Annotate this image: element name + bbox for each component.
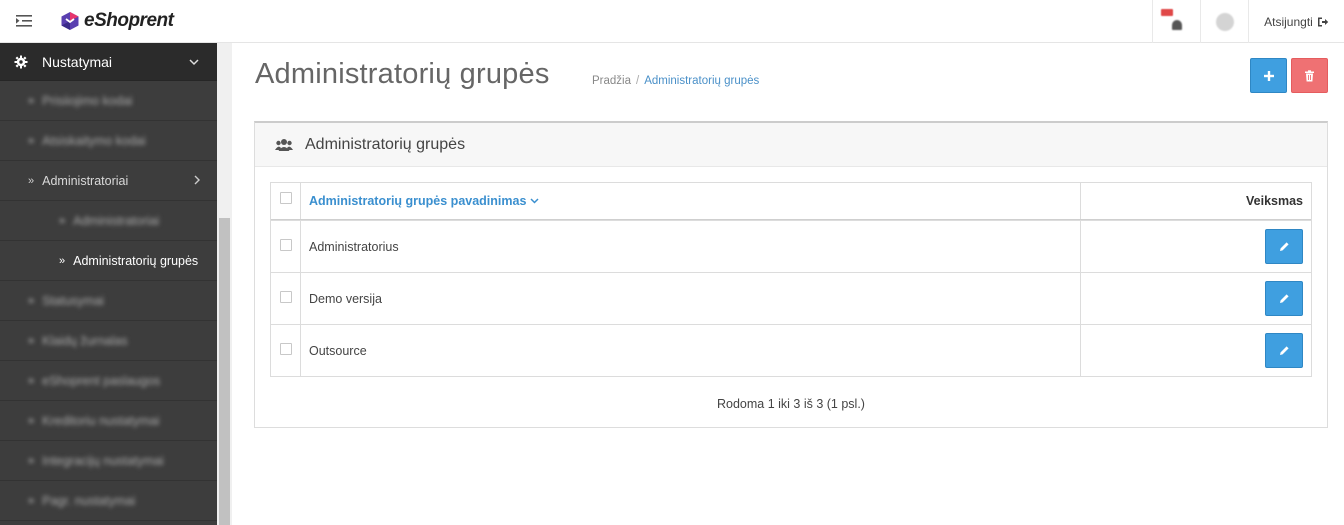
logout-button[interactable]: Atsijungti: [1248, 0, 1344, 43]
sidebar-item-label: Administratorių grupės: [73, 253, 199, 268]
sidebar-item-label: Integracijų nustatymai: [42, 453, 164, 468]
sidebar-subitem-admin-groups[interactable]: » Administratorių grupės: [0, 241, 217, 281]
edit-button[interactable]: [1265, 229, 1303, 264]
double-chevron-icon: »: [28, 134, 35, 147]
group-name: Outsource: [301, 325, 1081, 376]
sidebar-item-6[interactable]: » Statusymai: [0, 281, 217, 321]
pencil-icon: [1279, 242, 1289, 251]
pencil-icon: [1279, 346, 1289, 355]
sidebar-item-label: Pagr. nustatymai: [42, 493, 136, 508]
double-chevron-icon: »: [28, 294, 35, 307]
logout-label: Atsijungti: [1264, 14, 1313, 29]
row-checkbox[interactable]: [279, 290, 292, 303]
logo-mark-icon: [61, 12, 79, 30]
groups-panel: Administratorių grupės Administratorių g…: [254, 121, 1328, 428]
trash-icon: [1305, 69, 1314, 81]
notifications-button[interactable]: [1152, 0, 1200, 43]
sidebar-toggle-icon[interactable]: [14, 12, 34, 30]
double-chevron-icon: »: [28, 94, 35, 107]
sidebar-item-label: Atsiskaitymo kodai: [42, 133, 146, 148]
column-header-name[interactable]: Administratorių grupės pavadinimas: [301, 183, 1081, 219]
row-checkbox[interactable]: [279, 238, 292, 251]
double-chevron-icon: »: [28, 174, 35, 187]
notification-badge: [1161, 9, 1173, 16]
sidebar-item-label: Klaidų žurnalas: [42, 333, 128, 348]
double-chevron-icon: »: [28, 454, 35, 467]
breadcrumb: Pradžia / Administratorių grupės: [592, 75, 760, 87]
gear-icon: [14, 55, 28, 68]
users-icon: [275, 138, 293, 151]
double-chevron-icon: »: [28, 494, 35, 507]
top-header: eShoprent Atsijungti: [0, 0, 1344, 43]
sidebar-item-label: Administratoriai: [73, 213, 160, 228]
sidebar-item-label: eShoprent paslaugos: [42, 373, 161, 388]
double-chevron-icon: »: [28, 374, 35, 387]
bell-icon: [1171, 19, 1182, 30]
chevron-right-icon: [194, 175, 200, 185]
panel-header: Administratorių grupės: [255, 123, 1327, 167]
sign-out-icon: [1317, 17, 1329, 26]
edit-button[interactable]: [1265, 333, 1303, 368]
column-header-actions: Veiksmas: [1246, 194, 1303, 208]
sidebar-item-label: Statusymai: [42, 293, 104, 308]
sidebar-section-label: Nustatymai: [42, 53, 113, 70]
sidebar-item-main-settings[interactable]: » Pagr. nustatymai: [0, 481, 217, 521]
sidebar-item-error-log[interactable]: » Klaidų žurnalas: [0, 321, 217, 361]
sidebar-item-integrations[interactable]: » Integracijų nustatymai: [0, 441, 217, 481]
group-name: Administratorius: [301, 221, 1081, 272]
double-chevron-icon: »: [28, 334, 35, 347]
avatar: [1215, 12, 1234, 31]
table-row: Administratorius: [271, 220, 1311, 272]
double-chevron-icon: »: [59, 214, 66, 227]
panel-title: Administratorių grupės: [305, 135, 466, 153]
pagination-summary: Rodoma 1 iki 3 iš 3 (1 psl.): [717, 397, 865, 411]
breadcrumb-home[interactable]: Pradžia: [592, 75, 631, 87]
sidebar-item-payment-codes[interactable]: » Atsiskaitymo kodai: [0, 121, 217, 161]
page-title: Administratorių grupės: [255, 58, 550, 90]
plus-icon: [1263, 70, 1274, 81]
sidebar-item-label: Kreditoriu nustatymai: [42, 413, 160, 428]
select-all-checkbox[interactable]: [279, 192, 292, 204]
sidebar-item-creditors[interactable]: » Kreditoriu nustatymai: [0, 401, 217, 441]
brand-name: eShoprent: [84, 10, 174, 31]
sidebar-item-administrators[interactable]: » Administratoriai: [0, 161, 217, 201]
double-chevron-icon: »: [28, 414, 35, 427]
column-header-name-label: Administratorių grupės pavadinimas: [309, 194, 527, 208]
edit-button[interactable]: [1265, 281, 1303, 316]
delete-button[interactable]: [1291, 58, 1328, 93]
add-button[interactable]: [1250, 58, 1287, 93]
sidebar-item-services[interactable]: » eShoprent paslaugos: [0, 361, 217, 401]
table-row: Demo versija: [271, 272, 1311, 324]
user-menu-button[interactable]: [1200, 0, 1248, 43]
scrollbar-thumb[interactable]: [219, 218, 230, 525]
chevron-down-icon: [189, 59, 199, 66]
table-row: Outsource: [271, 324, 1311, 376]
row-checkbox[interactable]: [279, 342, 292, 355]
sidebar-item-label: Administratoriai: [42, 173, 129, 188]
sort-caret-icon: [530, 198, 539, 204]
sidebar-subitem-administrators[interactable]: » Administratoriai: [0, 201, 217, 241]
brand-logo[interactable]: eShoprent: [60, 8, 174, 34]
groups-table: Administratorių grupės pavadinimas Veiks…: [270, 182, 1312, 377]
sidebar: Nustatymai » Prisiiojimo kodai » Atsiska…: [0, 43, 217, 525]
sidebar-item-login-codes[interactable]: » Prisiiojimo kodai: [0, 81, 217, 121]
pencil-icon: [1279, 294, 1289, 303]
double-chevron-icon: »: [59, 254, 66, 267]
group-name: Demo versija: [301, 273, 1081, 324]
sidebar-item-label: Prisiiojimo kodai: [42, 93, 133, 108]
sidebar-scrollbar[interactable]: [217, 43, 232, 525]
table-header-row: Administratorių grupės pavadinimas Veiks…: [271, 183, 1311, 220]
breadcrumb-current[interactable]: Administratorių grupės: [644, 75, 759, 87]
sidebar-section-settings[interactable]: Nustatymai: [0, 43, 217, 81]
